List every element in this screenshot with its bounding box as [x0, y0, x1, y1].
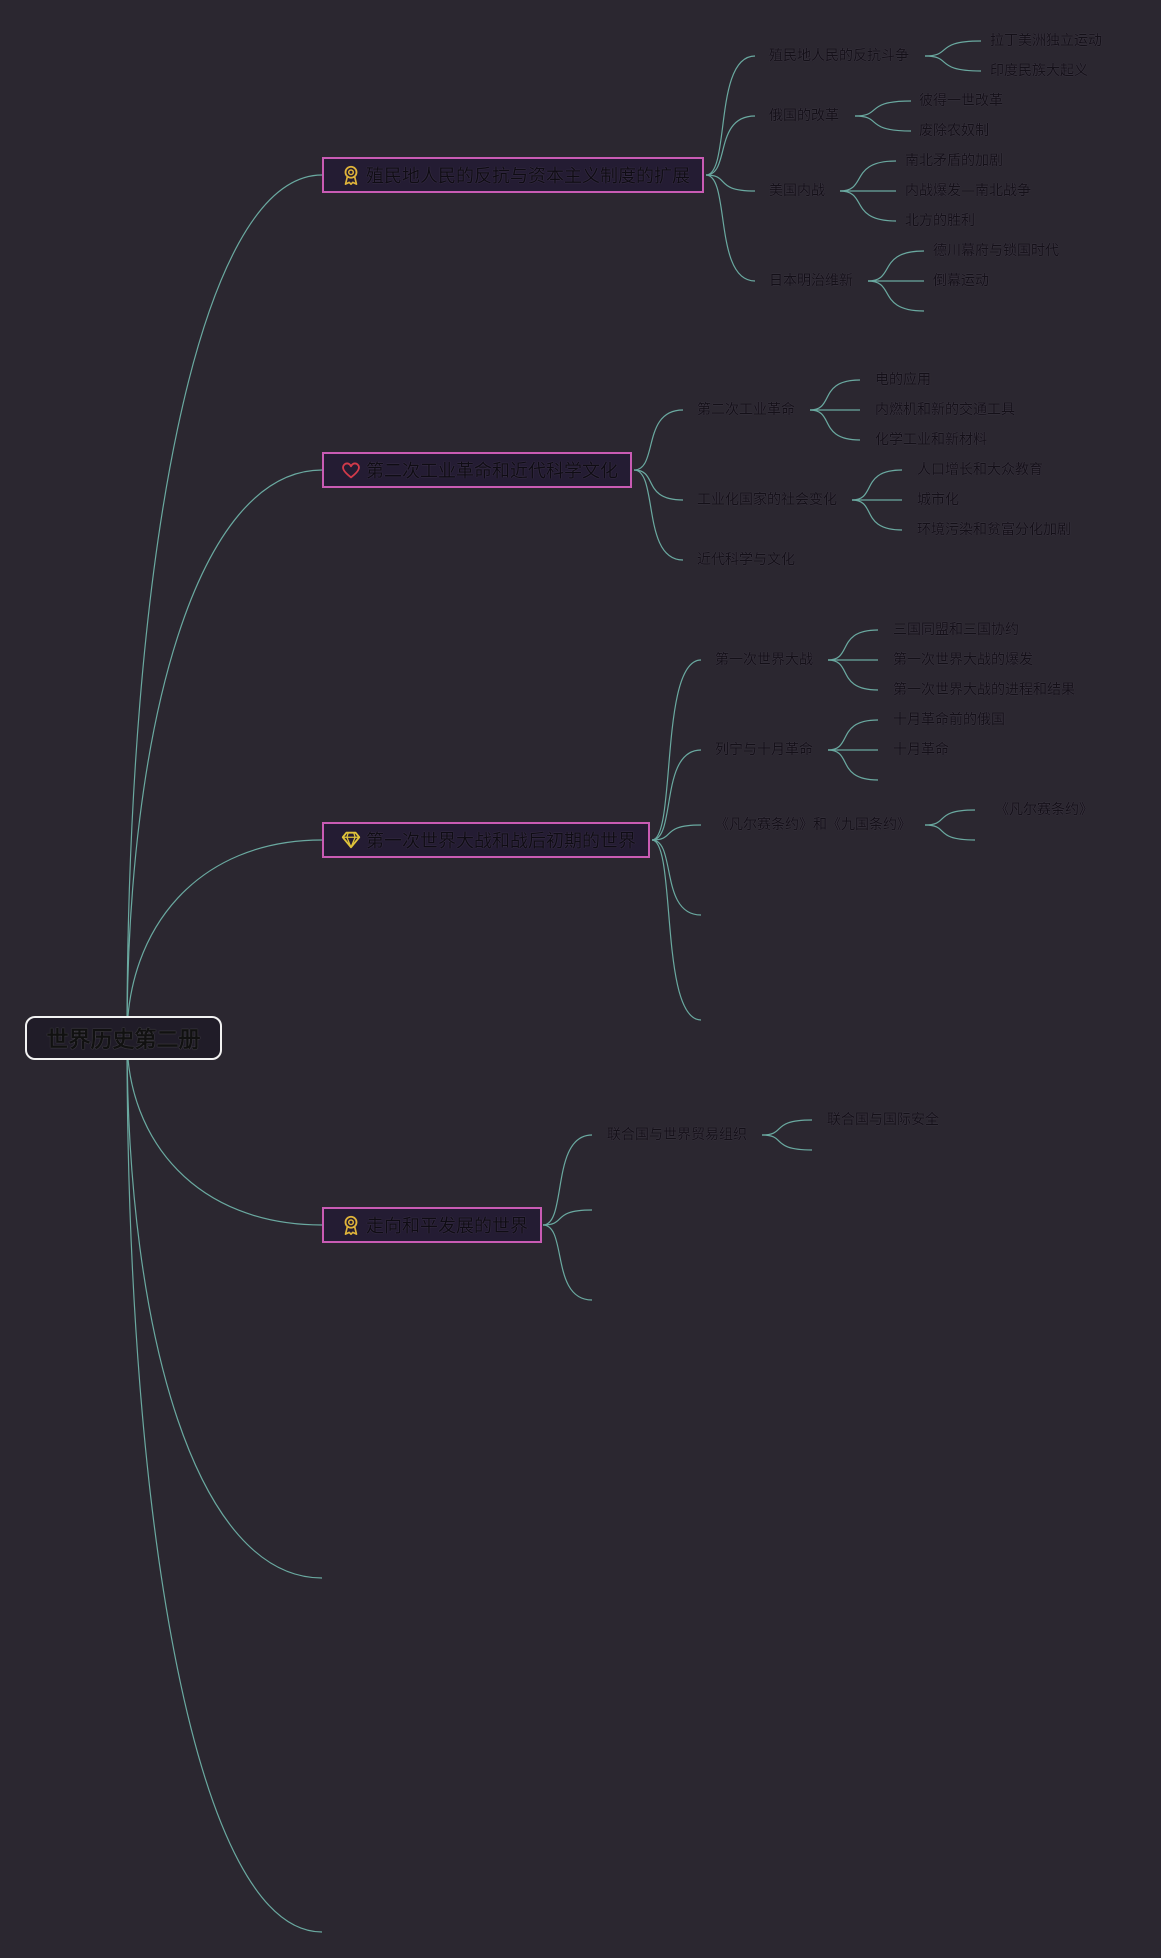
leaf-connector-line [761, 1119, 813, 1136]
leaf[interactable]: 印度民族大起义 [990, 61, 1088, 81]
diamond-icon [340, 829, 362, 851]
subtopic[interactable]: 《凡尔赛条约》和《九国条约》 [715, 815, 911, 835]
connector-line [651, 839, 702, 1021]
root-connector-line [126, 839, 323, 1039]
leaf[interactable]: 化学工业和新材料 [875, 430, 987, 450]
leaf[interactable]: 倒幕运动 [933, 271, 989, 291]
subtopic[interactable]: 殖民地人民的反抗斗争 [769, 46, 909, 66]
leaf[interactable]: 南北矛盾的加剧 [905, 151, 1003, 171]
leaf[interactable]: 人口增长和大众教育 [917, 460, 1043, 480]
connector-line [542, 1209, 593, 1226]
leaf-connector-line [809, 379, 861, 411]
leaf[interactable]: 废除农奴制 [919, 121, 989, 141]
leaf[interactable]: 城市化 [917, 490, 959, 510]
leaf-connector-line [851, 469, 903, 501]
leaf-connector-line [867, 250, 925, 282]
leaf[interactable]: 内燃机和新的交通工具 [875, 400, 1015, 420]
root-connector-line [126, 174, 323, 1039]
award-ribbon-icon [340, 164, 362, 186]
leaf-connector-line [867, 280, 925, 312]
leaf[interactable]: 彼得一世改革 [919, 91, 1003, 111]
topic-label: 第二次工业革命和近代科学文化 [366, 461, 618, 482]
topic-label: 第一次世界大战和战后初期的世界 [366, 831, 636, 852]
leaf[interactable]: 环境污染和贫富分化加剧 [917, 520, 1071, 540]
topic-world-war-one[interactable]: 第一次世界大战和战后初期的世界 [322, 822, 650, 858]
leaf[interactable]: 拉丁美洲独立运动 [990, 31, 1102, 51]
leaf-connector-line [839, 160, 897, 192]
topic-label: 走向和平发展的世界 [366, 1216, 528, 1237]
connector-lines [126, 40, 982, 1933]
subtopic[interactable]: 第二次工业革命 [697, 400, 795, 420]
subtopic[interactable]: 列宁与十月革命 [715, 740, 813, 760]
leaf-connector-line [827, 659, 879, 691]
topic-peace-development[interactable]: 走向和平发展的世界 [322, 1207, 542, 1243]
leaf-connector-line [827, 629, 879, 661]
leaf[interactable]: 第一次世界大战的进程和结果 [893, 680, 1075, 700]
topic-second-industrial-revolution[interactable]: 第二次工业革命和近代科学文化 [322, 452, 632, 488]
connector-line [705, 115, 756, 176]
leaf[interactable]: 《凡尔赛条约》 [995, 800, 1093, 820]
subtopic[interactable]: 联合国与世界贸易组织 [607, 1125, 747, 1145]
leaf[interactable]: 联合国与国际安全 [827, 1110, 939, 1130]
root-connector-line [126, 1037, 323, 1579]
topic-colonial-resistance[interactable]: 殖民地人民的反抗与资本主义制度的扩展 [322, 157, 704, 193]
root-node[interactable]: 世界历史第二册 [25, 1016, 222, 1060]
leaf-connector-line [924, 809, 976, 826]
root-label: 世界历史第二册 [46, 1028, 201, 1053]
award-ribbon-icon [340, 1214, 362, 1236]
leaf[interactable]: 十月革命前的俄国 [893, 710, 1005, 730]
leaf[interactable]: 北方的胜利 [905, 211, 975, 231]
mind-map: 世界历史第二册 殖民地人民的反抗与资本主义制度的扩展 第二次工业革命和近代科学文… [0, 0, 1161, 1958]
connector-line [633, 469, 684, 561]
leaf-connector-line [851, 499, 903, 531]
leaf[interactable]: 第一次世界大战的爆发 [893, 650, 1033, 670]
connector-line [542, 1134, 593, 1226]
leaf-connector-line [827, 749, 879, 781]
leaf-connector-line [924, 824, 976, 841]
subtopic[interactable]: 近代科学与文化 [697, 550, 795, 570]
root-connector-line [126, 1037, 323, 1933]
leaf[interactable]: 电的应用 [875, 370, 931, 390]
topic-label: 殖民地人民的反抗与资本主义制度的扩展 [366, 166, 690, 187]
subtopic[interactable]: 第一次世界大战 [715, 650, 813, 670]
heart-icon [340, 459, 362, 481]
leaf[interactable]: 十月革命 [893, 740, 949, 760]
connector-line [633, 409, 684, 471]
leaf-connector-line [924, 40, 982, 57]
leaf-connector-line [809, 409, 861, 441]
root-connector-line [126, 1037, 323, 1226]
connector-line [542, 1224, 593, 1301]
leaf-connector-line [854, 100, 912, 117]
subtopic[interactable]: 美国内战 [769, 181, 825, 201]
connector-line [705, 55, 756, 176]
subtopic[interactable]: 日本明治维新 [769, 271, 853, 291]
subtopic[interactable]: 工业化国家的社会变化 [697, 490, 837, 510]
connector-line [651, 659, 702, 841]
leaf[interactable]: 三国同盟和三国协约 [893, 620, 1019, 640]
leaf[interactable]: 德川幕府与锁国时代 [933, 241, 1059, 261]
subtopic[interactable]: 俄国的改革 [769, 106, 839, 126]
leaf-connector-line [924, 55, 982, 72]
leaf-connector-line [761, 1134, 813, 1151]
leaf-connector-line [839, 190, 897, 222]
connector-line [651, 749, 702, 841]
connector-line [651, 839, 702, 916]
leaf-connector-line [854, 115, 912, 132]
leaf[interactable]: 内战爆发—南北战争 [905, 181, 1031, 201]
connector-line [705, 174, 756, 192]
leaf-connector-line [827, 719, 879, 751]
